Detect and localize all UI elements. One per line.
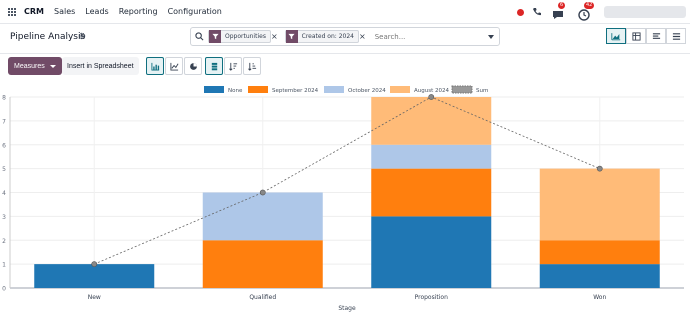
- y-tick-label: 6: [2, 142, 6, 149]
- top-navbar: CRM Sales Leads Reporting Configuration …: [0, 0, 690, 24]
- menu-lines-icon: [672, 32, 680, 40]
- nav-sales[interactable]: Sales: [54, 7, 75, 16]
- kanban-view-button[interactable]: [666, 28, 686, 44]
- insert-in-spreadsheet-button[interactable]: Insert in Spreadsheet: [62, 57, 139, 75]
- messages-icon[interactable]: 6: [552, 2, 566, 19]
- table-icon: [631, 31, 641, 41]
- pivot-view-button[interactable]: [626, 28, 646, 44]
- sum-point: [91, 261, 98, 268]
- activity-badge: 42: [584, 2, 595, 9]
- legend-swatch: [451, 85, 473, 94]
- bar-segment: [202, 192, 323, 241]
- sum-line: [94, 96, 600, 265]
- facet-label: Opportunities: [225, 33, 266, 40]
- status-dot-icon[interactable]: [517, 8, 524, 16]
- y-tick-label: 2: [2, 238, 6, 245]
- remove-facet-icon[interactable]: ×: [271, 32, 281, 41]
- gear-icon[interactable]: [78, 32, 86, 40]
- app-name[interactable]: CRM: [24, 7, 44, 16]
- legend-swatch: [204, 86, 224, 93]
- phone-icon[interactable]: [532, 7, 542, 17]
- bar-segment: [539, 264, 660, 288]
- graph-view-button[interactable]: [606, 28, 626, 44]
- messages-badge: 6: [558, 2, 566, 9]
- nav-leads[interactable]: Leads: [85, 7, 108, 16]
- y-tick-label: 4: [2, 190, 6, 197]
- legend-label: August 2024: [414, 88, 449, 94]
- legend-swatch: [248, 86, 268, 93]
- line-chart-icon: [169, 62, 178, 71]
- pie-chart-button[interactable]: [184, 57, 202, 75]
- legend-swatch: [324, 86, 344, 93]
- caret-down-icon: [49, 64, 56, 68]
- sum-point: [428, 94, 435, 100]
- graph-chart: 0 1 2 3 4 5 6 7 8 New Qualified Proposition Won Stage…: [0, 80, 690, 314]
- systray: 6 42: [517, 0, 690, 24]
- list-icon: [652, 32, 660, 39]
- stacked-bar-chart: 0 1 2 3 4 5 6 7 8 New Qualified Proposition Won Stage…: [2, 85, 684, 312]
- x-tick-label: Qualified: [249, 294, 276, 301]
- list-view-button[interactable]: [646, 28, 666, 44]
- filter-facet-opportunities: Opportunities: [208, 30, 271, 43]
- search-bar[interactable]: Opportunities × Created on: 2024 ×: [190, 27, 500, 46]
- remove-facet-icon[interactable]: ×: [359, 32, 369, 41]
- pie-chart-icon: [189, 62, 197, 70]
- facet-label: Created on: 2024: [301, 33, 354, 40]
- legend-label: October 2024: [348, 88, 386, 94]
- bar-chart-button[interactable]: [146, 57, 164, 75]
- sort-ascending-icon: [247, 62, 256, 71]
- measures-label: Measures: [14, 62, 45, 70]
- y-tick-label: 8: [2, 95, 6, 102]
- x-tick-label: New: [88, 294, 101, 301]
- search-input[interactable]: [374, 32, 485, 41]
- legend-label: Sum: [476, 88, 488, 94]
- y-tick-label: 3: [2, 214, 6, 221]
- nav-configuration[interactable]: Configuration: [168, 7, 222, 16]
- stacked-button[interactable]: [205, 57, 223, 75]
- sum-point: [596, 165, 603, 172]
- bar-segment: [371, 144, 492, 169]
- control-panel: Pipeline Analysis Opportunities × Create…: [0, 24, 690, 54]
- bar-segment: [34, 264, 155, 288]
- user-menu[interactable]: [604, 6, 686, 18]
- x-tick-label: Proposition: [415, 294, 448, 301]
- bar-segment: [539, 240, 660, 265]
- filter-icon: [209, 30, 221, 43]
- legend-label: September 2024: [272, 88, 319, 94]
- bar-chart-icon: [150, 62, 159, 71]
- page-title: Pipeline Analysis: [10, 32, 86, 42]
- stacked-icon: [211, 62, 217, 70]
- bar-segment: [202, 240, 323, 288]
- apps-menu-icon[interactable]: [8, 7, 16, 16]
- area-chart-icon: [611, 32, 621, 40]
- bar-segment: [371, 216, 492, 288]
- y-tick-label: 7: [2, 118, 6, 125]
- search-options-toggle-icon[interactable]: [488, 35, 494, 39]
- graph-toolbar: Measures Insert in Spreadsheet: [0, 54, 690, 80]
- filter-facet-created-on: Created on: 2024: [284, 30, 359, 43]
- bar-segment: [371, 168, 492, 217]
- bar-segment: [539, 168, 660, 241]
- nav-reporting[interactable]: Reporting: [119, 7, 158, 16]
- y-tick-label: 1: [2, 262, 6, 269]
- activity-icon[interactable]: 42: [578, 2, 595, 21]
- view-switcher: [606, 28, 686, 44]
- measures-button[interactable]: Measures: [8, 57, 62, 75]
- sort-descending-icon: [228, 62, 237, 71]
- legend-label: None: [228, 88, 243, 94]
- y-tick-label: 0: [2, 286, 6, 293]
- sum-point: [259, 189, 266, 196]
- y-tick-label: 5: [2, 166, 6, 173]
- line-chart-button[interactable]: [165, 57, 183, 75]
- x-tick-label: Won: [593, 294, 606, 301]
- filter-icon: [285, 30, 298, 43]
- sort-descending-button[interactable]: [224, 57, 242, 75]
- legend-swatch: [390, 86, 410, 93]
- sort-ascending-button[interactable]: [243, 57, 261, 75]
- x-axis-label: Stage: [338, 305, 356, 312]
- search-icon: [195, 32, 204, 41]
